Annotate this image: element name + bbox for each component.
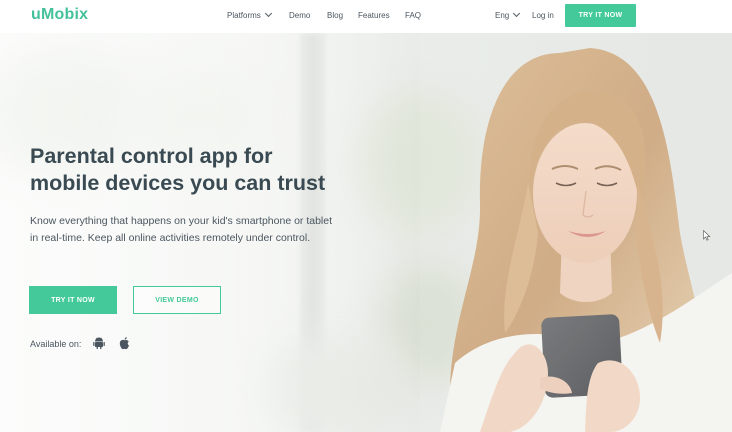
nav-item-platforms[interactable]: Platforms — [227, 9, 272, 20]
hero-title: Parental control app for mobile devices … — [30, 143, 430, 197]
try-it-now-button[interactable]: TRY IT NOW — [29, 286, 117, 314]
nav-item-blog[interactable]: Blog — [327, 11, 343, 20]
hero-title-line-2: mobile devices you can trust — [30, 171, 326, 195]
view-demo-button[interactable]: VIEW DEMO — [133, 286, 221, 314]
top-navigation: uMobix Platforms Demo Blog Features FAQ … — [0, 0, 732, 33]
hero-section: Parental control app for mobile devices … — [0, 33, 732, 432]
language-label: Eng — [495, 11, 510, 20]
nav-item-demo[interactable]: Demo — [289, 11, 310, 20]
chevron-down-icon — [264, 9, 272, 18]
apple-icon[interactable] — [118, 336, 131, 350]
language-selector[interactable]: Eng — [495, 9, 521, 20]
android-icon[interactable] — [92, 336, 106, 350]
hero-description: Know everything that happens on your kid… — [30, 215, 333, 244]
available-on-label: Available on: — [30, 339, 82, 349]
chevron-down-icon — [513, 9, 521, 18]
nav-item-faq[interactable]: FAQ — [405, 11, 421, 20]
hero-title-line-1: Parental control app for — [30, 144, 273, 168]
nav-item-label: Platforms — [227, 11, 261, 20]
nav-item-features[interactable]: Features — [358, 11, 390, 20]
mouse-cursor-icon — [703, 230, 711, 241]
login-link[interactable]: Log in — [532, 11, 554, 20]
try-it-now-nav-button[interactable]: TRY IT NOW — [565, 4, 636, 27]
logo[interactable]: uMobix — [31, 6, 88, 24]
